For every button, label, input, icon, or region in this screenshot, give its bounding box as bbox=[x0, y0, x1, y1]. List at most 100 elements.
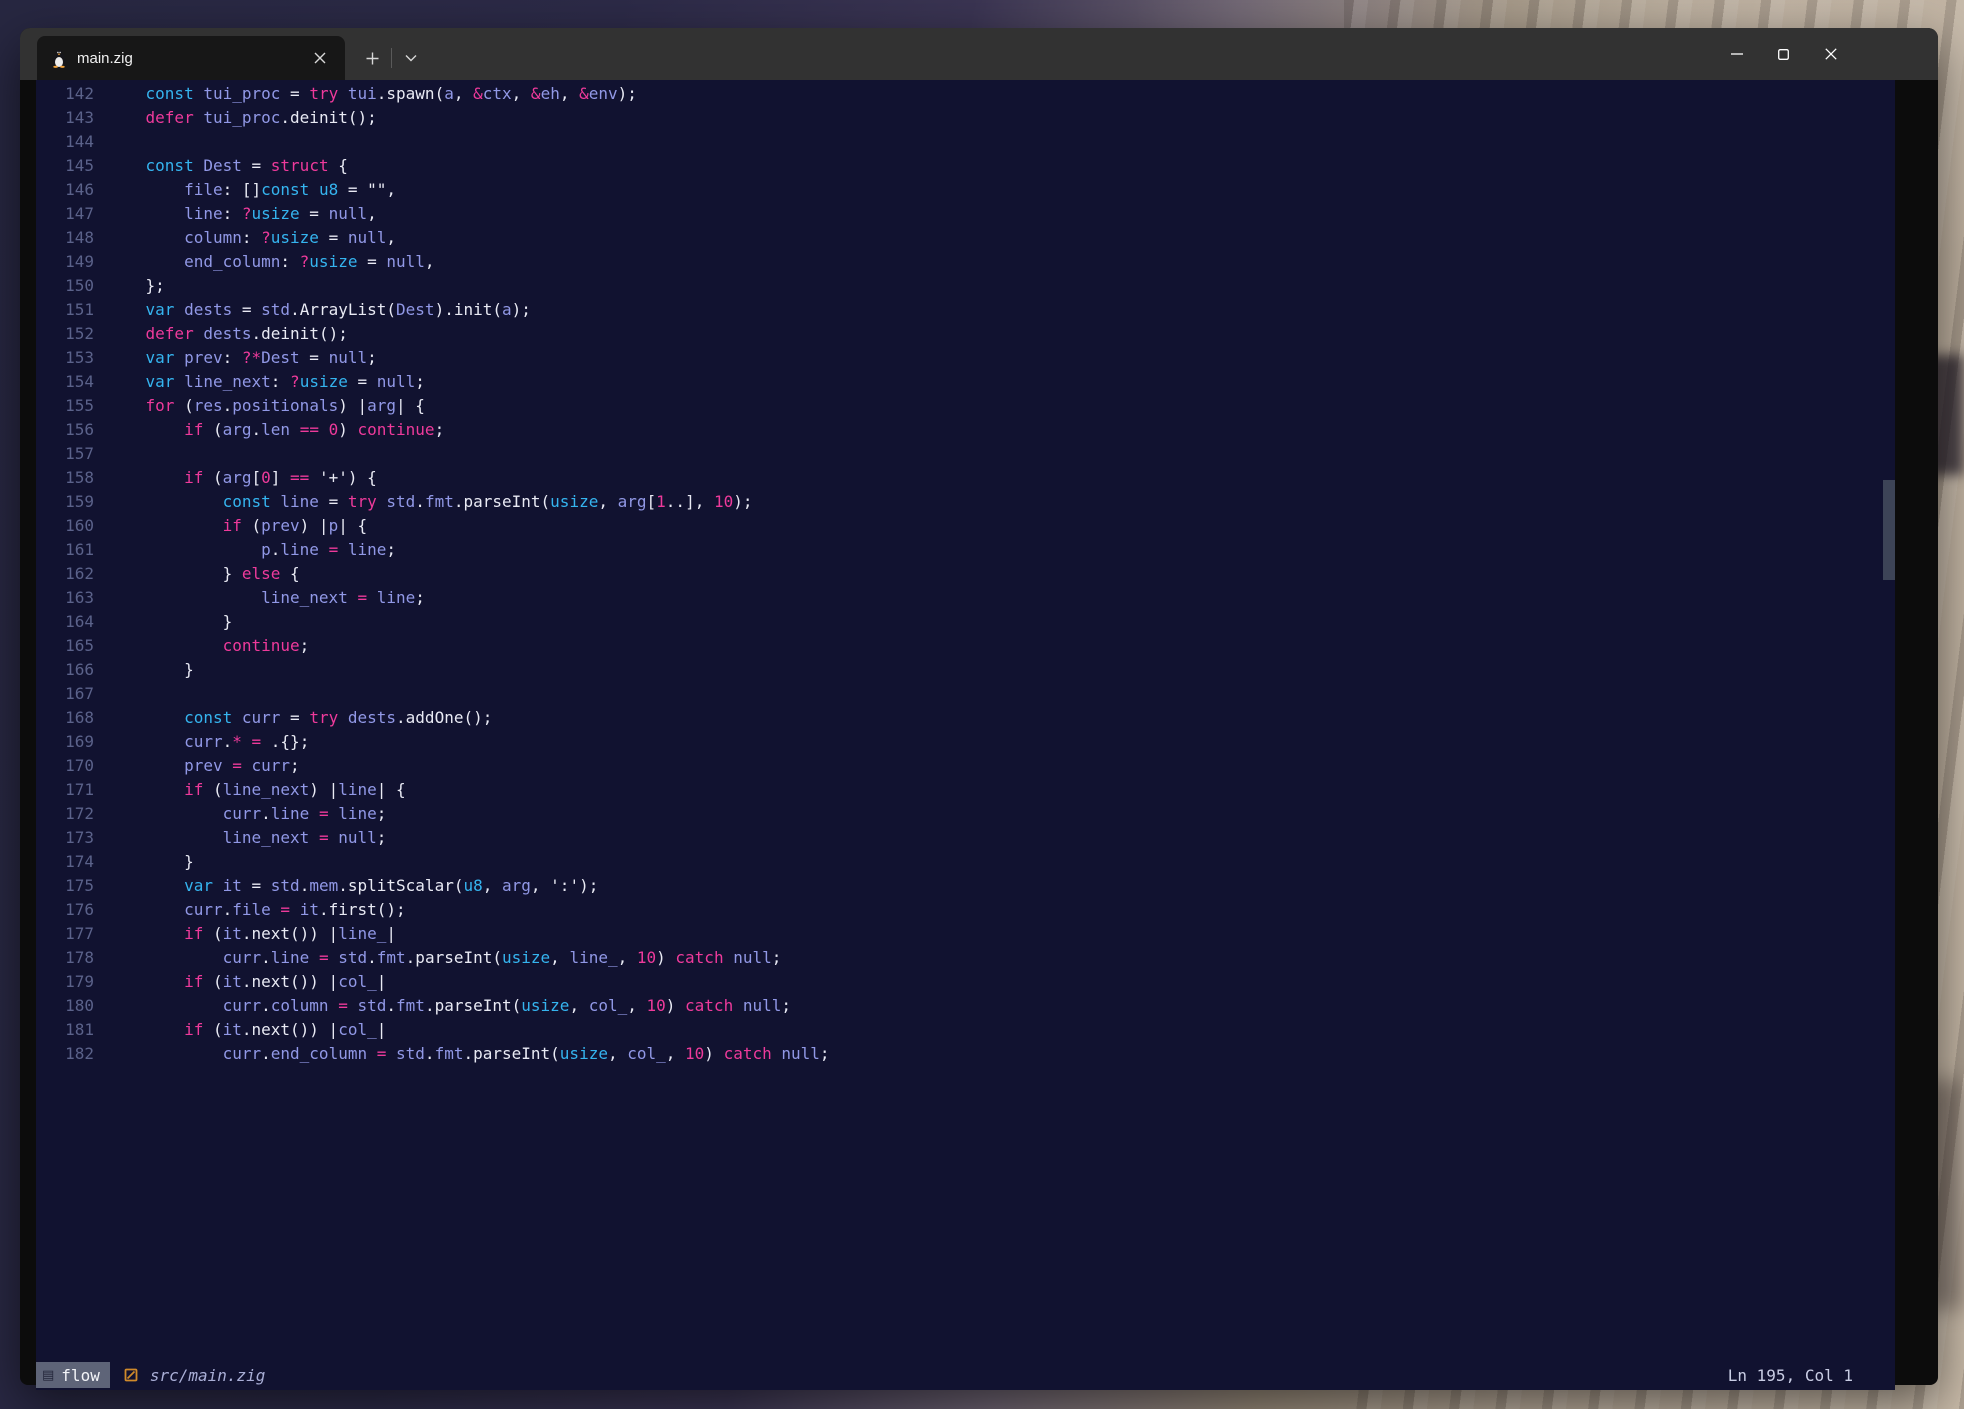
line-number: 164 bbox=[36, 610, 94, 634]
code-text: if (prev) |p| { bbox=[107, 514, 367, 538]
code-text: prev = curr; bbox=[107, 754, 300, 778]
tab-title: main.zig bbox=[77, 50, 295, 67]
code-text: defer dests.deinit(); bbox=[107, 322, 348, 346]
code-text: } bbox=[107, 850, 194, 874]
code-line: 142 const tui_proc = try tui.spawn(a, &c… bbox=[36, 82, 1895, 106]
code-line: 146 file: []const u8 = "", bbox=[36, 178, 1895, 202]
code-text: curr.* = .{}; bbox=[107, 730, 309, 754]
modified-icon bbox=[124, 1368, 138, 1382]
code-line: 165 continue; bbox=[36, 634, 1895, 658]
terminal-window: main.zig 142 con bbox=[20, 28, 1938, 1385]
line-number: 142 bbox=[36, 82, 94, 106]
line-number: 155 bbox=[36, 394, 94, 418]
code-text: for (res.positionals) |arg| { bbox=[107, 394, 425, 418]
tab-main-zig[interactable]: main.zig bbox=[37, 36, 345, 80]
code-text: var line_next: ?usize = null; bbox=[107, 370, 425, 394]
code-text: continue; bbox=[107, 634, 309, 658]
close-button[interactable] bbox=[1807, 28, 1854, 80]
line-number: 180 bbox=[36, 994, 94, 1018]
code-text: curr.line = std.fmt.parseInt(usize, line… bbox=[107, 946, 781, 970]
line-number: 179 bbox=[36, 970, 94, 994]
line-number: 182 bbox=[36, 1042, 94, 1066]
code-text: if (it.next()) |col_| bbox=[107, 1018, 386, 1042]
code-text: }; bbox=[107, 274, 165, 298]
code-line: 169 curr.* = .{}; bbox=[36, 730, 1895, 754]
line-number: 158 bbox=[36, 466, 94, 490]
line-number: 145 bbox=[36, 154, 94, 178]
code-line: 154 var line_next: ?usize = null; bbox=[36, 370, 1895, 394]
code-text: if (line_next) |line| { bbox=[107, 778, 406, 802]
line-number: 165 bbox=[36, 634, 94, 658]
line-number: 168 bbox=[36, 706, 94, 730]
tux-penguin-icon bbox=[51, 49, 67, 68]
code-line: 151 var dests = std.ArrayList(Dest).init… bbox=[36, 298, 1895, 322]
line-number: 173 bbox=[36, 826, 94, 850]
line-number: 178 bbox=[36, 946, 94, 970]
line-number: 170 bbox=[36, 754, 94, 778]
line-number: 167 bbox=[36, 682, 94, 706]
code-text: file: []const u8 = "", bbox=[107, 178, 396, 202]
tab-close-button[interactable] bbox=[305, 43, 335, 73]
code-text: } else { bbox=[107, 562, 300, 586]
code-text: var it = std.mem.splitScalar(u8, arg, ':… bbox=[107, 874, 598, 898]
code-line: 164 } bbox=[36, 610, 1895, 634]
line-number: 177 bbox=[36, 922, 94, 946]
minimize-button[interactable] bbox=[1713, 28, 1760, 80]
code-text: const curr = try dests.addOne(); bbox=[107, 706, 492, 730]
code-line: 176 curr.file = it.first(); bbox=[36, 898, 1895, 922]
code-text: line_next = line; bbox=[107, 586, 425, 610]
editor-mode-chip[interactable]: ▤ flow bbox=[36, 1362, 110, 1388]
code-text: p.line = line; bbox=[107, 538, 396, 562]
maximize-button[interactable] bbox=[1760, 28, 1807, 80]
code-text: if (it.next()) |col_| bbox=[107, 970, 386, 994]
line-number: 181 bbox=[36, 1018, 94, 1042]
code-line: 166 } bbox=[36, 658, 1895, 682]
code-line: 173 line_next = null; bbox=[36, 826, 1895, 850]
code-text: const tui_proc = try tui.spawn(a, &ctx, … bbox=[107, 82, 637, 106]
tabbar-divider bbox=[391, 48, 392, 68]
cursor-position: Ln 195, Col 1 bbox=[1728, 1366, 1853, 1385]
code-line: 177 if (it.next()) |line_| bbox=[36, 922, 1895, 946]
code-line: 147 line: ?usize = null, bbox=[36, 202, 1895, 226]
line-number: 149 bbox=[36, 250, 94, 274]
line-number: 154 bbox=[36, 370, 94, 394]
line-number: 175 bbox=[36, 874, 94, 898]
line-number: 162 bbox=[36, 562, 94, 586]
code-line: 175 var it = std.mem.splitScalar(u8, arg… bbox=[36, 874, 1895, 898]
code-text: line: ?usize = null, bbox=[107, 202, 377, 226]
code-text: curr.column = std.fmt.parseInt(usize, co… bbox=[107, 994, 791, 1018]
mode-label: flow bbox=[61, 1366, 100, 1385]
line-number: 176 bbox=[36, 898, 94, 922]
line-number: 161 bbox=[36, 538, 94, 562]
code-text: column: ?usize = null, bbox=[107, 226, 396, 250]
line-number: 174 bbox=[36, 850, 94, 874]
code-text: if (it.next()) |line_| bbox=[107, 922, 396, 946]
code-line: 181 if (it.next()) |col_| bbox=[36, 1018, 1895, 1042]
code-text: curr.file = it.first(); bbox=[107, 898, 406, 922]
scrollbar-thumb[interactable] bbox=[1883, 480, 1895, 580]
editor-screen: 142 const tui_proc = try tui.spawn(a, &c… bbox=[36, 80, 1895, 1390]
line-number: 147 bbox=[36, 202, 94, 226]
code-text: end_column: ?usize = null, bbox=[107, 250, 435, 274]
code-line: 172 curr.line = line; bbox=[36, 802, 1895, 826]
line-number: 150 bbox=[36, 274, 94, 298]
line-number: 146 bbox=[36, 178, 94, 202]
line-number: 166 bbox=[36, 658, 94, 682]
code-text: const Dest = struct { bbox=[107, 154, 348, 178]
statusbar: ▤ flow src/main.zig Ln 195, Col 1 bbox=[36, 1360, 1895, 1390]
code-line: 144 bbox=[36, 130, 1895, 154]
code-line: 171 if (line_next) |line| { bbox=[36, 778, 1895, 802]
code-text: if (arg[0] == '+') { bbox=[107, 466, 377, 490]
line-number: 172 bbox=[36, 802, 94, 826]
code-lines: 142 const tui_proc = try tui.spawn(a, &c… bbox=[36, 82, 1895, 1066]
line-number: 148 bbox=[36, 226, 94, 250]
line-number: 160 bbox=[36, 514, 94, 538]
line-number: 163 bbox=[36, 586, 94, 610]
code-text: curr.line = line; bbox=[107, 802, 386, 826]
titlebar[interactable]: main.zig bbox=[20, 28, 1938, 80]
code-text: defer tui_proc.deinit(); bbox=[107, 106, 377, 130]
code-line: 157 bbox=[36, 442, 1895, 466]
tab-dropdown-button[interactable] bbox=[396, 43, 426, 73]
new-tab-button[interactable] bbox=[357, 43, 387, 73]
document-icon: ▤ bbox=[42, 1368, 54, 1383]
